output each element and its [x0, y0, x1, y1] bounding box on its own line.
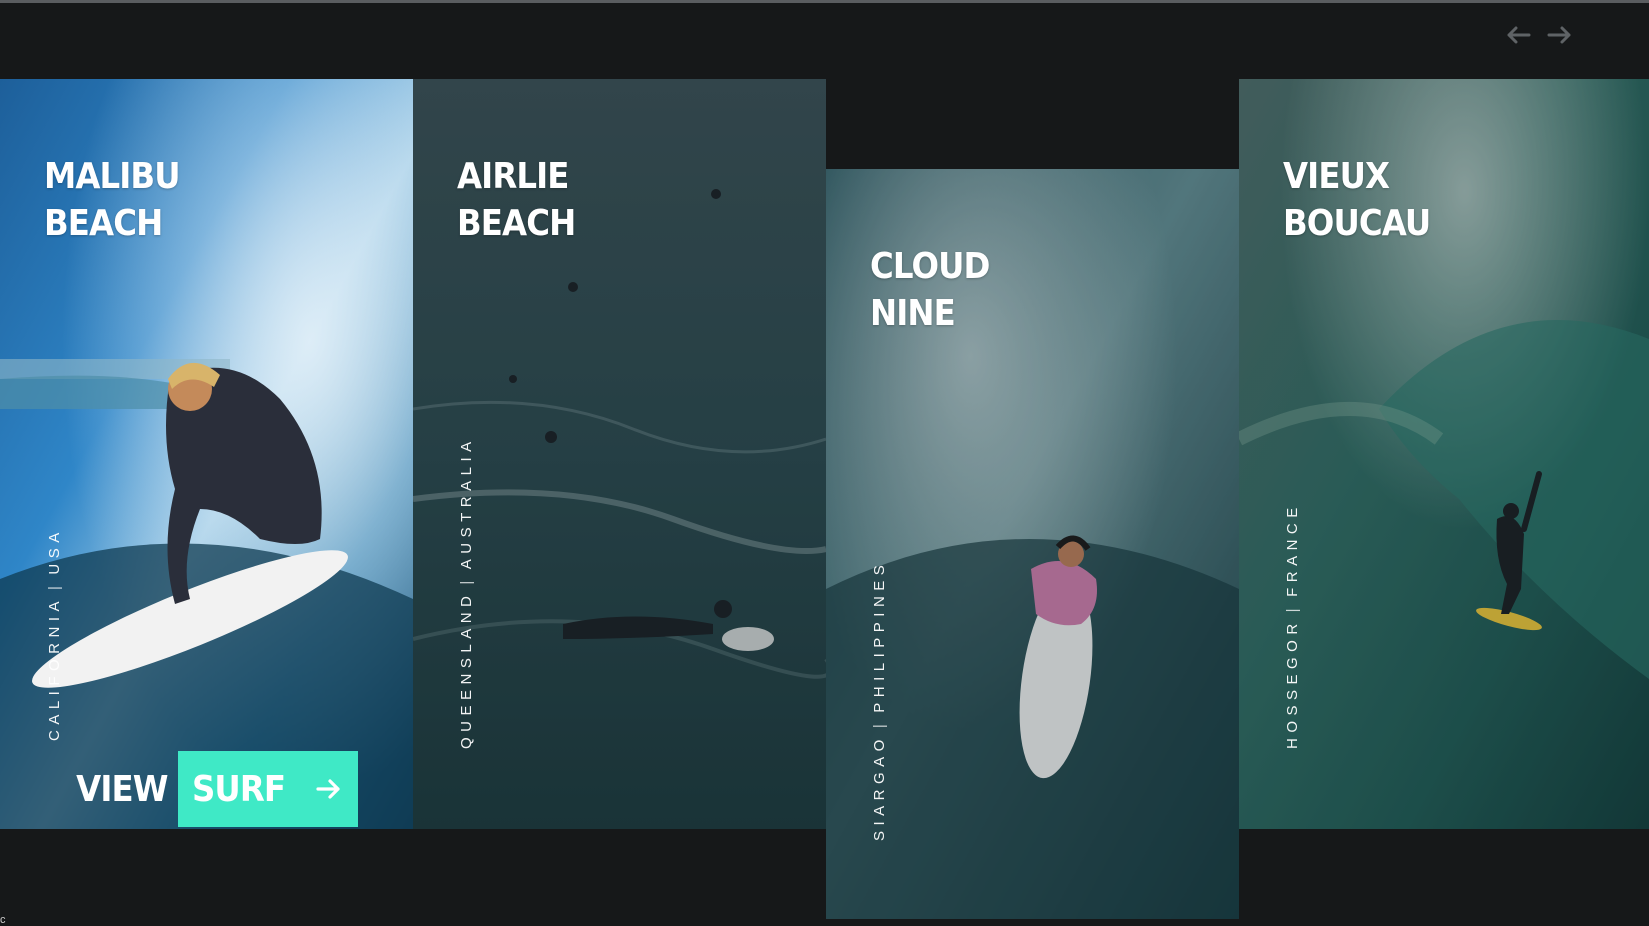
location-region: CALIFORNIA — [46, 595, 63, 741]
cta-surf-label: SURF — [191, 768, 286, 810]
arrow-left-icon — [1507, 26, 1531, 44]
cta-view-label: VIEW — [76, 768, 168, 810]
location-country: USA — [46, 527, 63, 575]
window-top-border — [0, 0, 1649, 3]
arrow-right-icon — [315, 779, 340, 799]
spot-card-malibu[interactable]: MALIBU BEACH CALIFORNIA | USA VIEW SURF — [0, 79, 413, 829]
location-region: QUEENSLAND — [458, 590, 475, 749]
location-country: AUSTRALIA — [458, 436, 475, 570]
footer-char: c — [0, 914, 6, 926]
spot-card-cloud-nine[interactable]: CLOUD NINE SIARGAO | PHILIPPINES — [826, 169, 1239, 919]
prev-button[interactable] — [1500, 18, 1536, 52]
card-location: HOSSEGOR | FRANCE — [1284, 502, 1301, 749]
spot-card-airlie[interactable]: AIRLIE BEACH QUEENSLAND | AUSTRALIA — [413, 79, 826, 829]
carousel-nav — [1500, 18, 1578, 52]
next-button[interactable] — [1542, 18, 1578, 52]
card-title: CLOUD NINE — [870, 246, 990, 334]
location-country: PHILIPPINES — [871, 559, 888, 713]
surf-spots-page: MALIBU BEACH CALIFORNIA | USA VIEW SURF AI… — [0, 0, 1649, 926]
location-separator: | — [46, 580, 63, 590]
card-title: AIRLIE BEACH — [457, 156, 576, 244]
location-country: FRANCE — [1284, 502, 1301, 597]
location-separator: | — [871, 718, 888, 729]
location-region: HOSSEGOR — [1284, 618, 1301, 749]
arrow-right-icon — [1547, 26, 1571, 44]
card-title: MALIBU BEACH — [44, 156, 181, 244]
card-location: CALIFORNIA | USA — [46, 527, 63, 741]
view-surf-button[interactable]: VIEW SURF — [66, 751, 358, 827]
spot-card-vieux-boucau[interactable]: VIEUX BOUCAU HOSSEGOR | FRANCE — [1239, 79, 1649, 829]
card-location: QUEENSLAND | AUSTRALIA — [458, 436, 475, 749]
location-separator: | — [1284, 602, 1301, 613]
location-region: SIARGAO — [871, 734, 888, 841]
location-separator: | — [458, 575, 475, 585]
card-location: SIARGAO | PHILIPPINES — [871, 560, 888, 841]
cta-surf-box[interactable]: SURF — [177, 751, 358, 827]
card-title: VIEUX BOUCAU — [1283, 156, 1431, 244]
